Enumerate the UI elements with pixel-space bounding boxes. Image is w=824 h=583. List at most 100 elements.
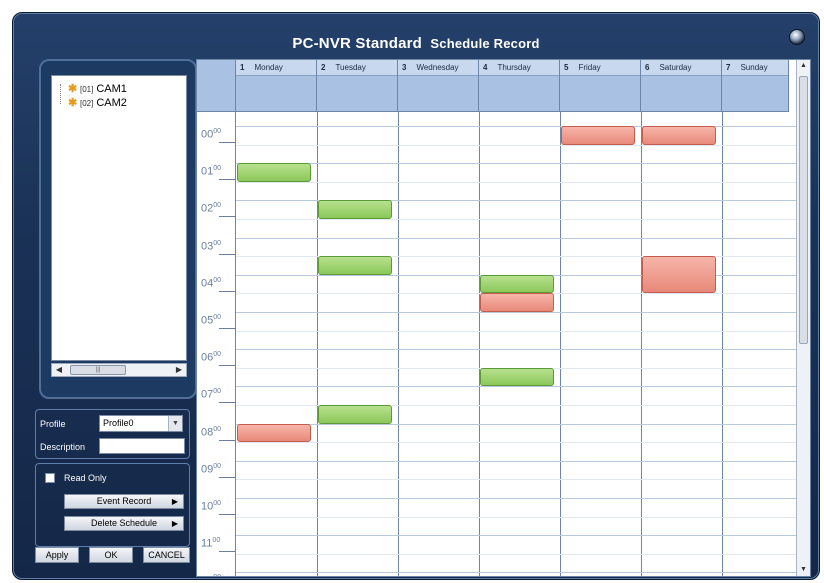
hour-tick — [219, 365, 236, 367]
day-number: 1 — [240, 63, 245, 72]
day-header-title: 2 Tuesday — [317, 60, 397, 76]
scroll-right-icon[interactable]: ▶ — [172, 364, 186, 376]
window-title: PC-NVR Standard Schedule Record — [13, 35, 819, 52]
day-name: Friday — [578, 63, 601, 72]
hour-tick — [219, 290, 236, 292]
day-header[interactable]: 6 Saturday — [641, 60, 722, 112]
description-label: Description — [40, 442, 86, 452]
day-header[interactable]: 2 Tuesday — [317, 60, 398, 112]
apply-button[interactable]: Apply — [35, 547, 79, 563]
scroll-thumb[interactable]: ||| — [70, 365, 126, 375]
schedule-block-record[interactable] — [318, 200, 392, 219]
day-number: 2 — [321, 63, 326, 72]
hour-label: 0700 — [201, 388, 222, 402]
day-header[interactable]: 4 Thursday — [479, 60, 560, 112]
half-hour-gridline — [236, 516, 796, 518]
half-hour-gridline — [236, 219, 796, 220]
day-number: 5 — [564, 63, 569, 72]
camera-index: [01] — [80, 85, 94, 94]
hour-tick — [219, 179, 236, 181]
schedule-block-record[interactable] — [237, 163, 311, 182]
hour-label: 1100 — [201, 537, 221, 550]
camera-tree-panel: ✱ [01] CAM1 ✱ [02] CAM2 ◀ ||| ▶ — [39, 59, 197, 399]
scroll-down-icon[interactable]: ▼ — [797, 564, 810, 576]
hour-label: 0300 — [201, 239, 222, 253]
schedule-block-event[interactable] — [561, 126, 635, 145]
schedule-record-window: PC-NVR Standard Schedule Record ✱ [01] CAM… — [12, 12, 820, 580]
hour-gridline — [236, 386, 796, 388]
read-only-checkbox[interactable] — [45, 473, 55, 483]
hour-tick — [219, 142, 236, 143]
hour-label: 0900 — [201, 462, 222, 476]
day-number: 4 — [483, 63, 488, 72]
schedule-block-record[interactable] — [480, 367, 554, 387]
tree-connector — [60, 84, 61, 104]
window-title-sub: Schedule Record — [430, 36, 540, 51]
hour-gridline — [236, 572, 796, 574]
schedule-block-event[interactable] — [642, 256, 716, 294]
schedule-block-event[interactable] — [237, 423, 311, 443]
schedule-block-event[interactable] — [480, 293, 554, 312]
day-header[interactable]: 7 Sunday — [722, 60, 789, 112]
day-name: Monday — [254, 63, 283, 72]
schedule-block-record[interactable] — [318, 405, 392, 424]
schedule-block-record[interactable] — [318, 256, 392, 275]
close-icon[interactable] — [789, 29, 805, 45]
camera-name: CAM2 — [96, 97, 127, 109]
options-group: Read Only Event Record ▶ Delete Schedule… — [35, 463, 190, 547]
tree-horizontal-scrollbar[interactable]: ◀ ||| ▶ — [51, 363, 187, 377]
scroll-thumb[interactable] — [799, 76, 808, 344]
profile-select[interactable]: Profile0 ▼ — [99, 415, 183, 432]
description-input[interactable] — [99, 438, 185, 454]
camera-tree: ✱ [01] CAM1 ✱ [02] CAM2 — [51, 75, 187, 361]
camera-icon: ✱ — [68, 83, 78, 95]
hour-label: 0800 — [201, 425, 222, 439]
day-number: 7 — [726, 63, 731, 72]
half-hour-gridline — [236, 330, 796, 332]
ok-button[interactable]: OK — [89, 547, 133, 563]
calendar-corner — [197, 60, 236, 112]
day-number: 6 — [645, 63, 650, 72]
profile-label: Profile — [40, 419, 66, 429]
camera-item[interactable]: ✱ [01] CAM1 — [68, 82, 127, 96]
scroll-left-icon[interactable]: ◀ — [52, 364, 66, 376]
camera-index: [02] — [80, 99, 94, 108]
camera-item[interactable]: ✱ [02] CAM2 — [68, 96, 127, 110]
day-header[interactable]: 5 Friday — [560, 60, 641, 112]
hour-tick — [219, 514, 236, 515]
half-hour-gridline — [236, 553, 796, 555]
day-name: Thursday — [497, 63, 531, 72]
schedule-block-event[interactable] — [642, 126, 716, 145]
day-header-title: 1 Monday — [236, 60, 316, 76]
arrow-right-icon: ▶ — [171, 519, 178, 528]
hour-gridline — [236, 423, 796, 425]
half-hour-gridline — [236, 442, 796, 444]
schedule-block-record[interactable] — [480, 274, 554, 294]
hour-tick — [219, 551, 236, 553]
calendar-vertical-scrollbar[interactable]: ▲ ▼ — [796, 60, 810, 576]
schedule-calendar[interactable]: ▲ ▼ 1 Monday 2 Tuesday 3 Wednesday 4 Thursday 5 F… — [196, 59, 811, 577]
day-header-title: 3 Wednesday — [398, 60, 478, 76]
profile-select-value: Profile0 — [103, 418, 134, 428]
chevron-down-icon[interactable]: ▼ — [168, 416, 182, 431]
day-name: Sunday — [740, 63, 768, 72]
day-header[interactable]: 1 Monday — [236, 60, 317, 112]
cancel-button[interactable]: CANCEL — [143, 547, 190, 563]
profile-group: Profile Profile0 ▼ Description — [35, 409, 190, 459]
camera-name: CAM1 — [96, 83, 127, 95]
hour-gridline — [236, 312, 796, 313]
day-header-title: 6 Saturday — [641, 60, 721, 76]
delete-schedule-button[interactable]: Delete Schedule ▶ — [64, 516, 184, 531]
read-only-label: Read Only — [64, 473, 107, 483]
hour-gridline — [236, 460, 796, 462]
camera-icon: ✱ — [68, 97, 78, 109]
hour-label: 0200 — [201, 202, 222, 216]
hour-tick — [219, 402, 236, 404]
hour-label: 0500 — [201, 314, 222, 327]
day-number: 3 — [402, 63, 407, 72]
event-record-button[interactable]: Event Record ▶ — [64, 494, 184, 509]
day-name: Saturday — [659, 63, 692, 72]
hour-gridline — [236, 237, 796, 239]
day-header[interactable]: 3 Wednesday — [398, 60, 479, 112]
scroll-up-icon[interactable]: ▲ — [797, 60, 810, 72]
